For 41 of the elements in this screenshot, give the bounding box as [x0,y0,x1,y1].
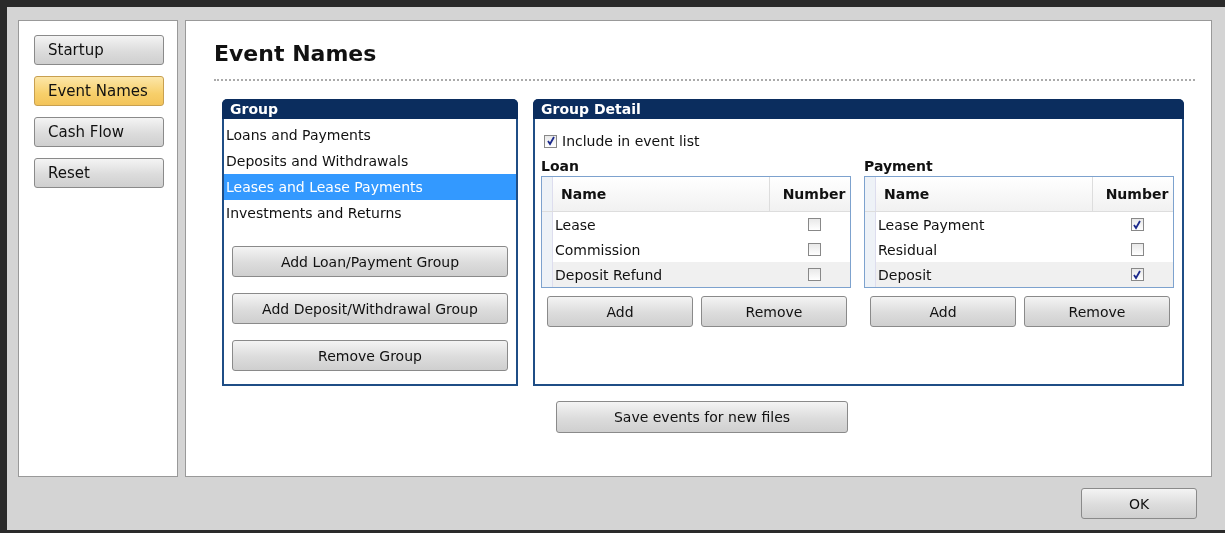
column-header: Number [1092,177,1173,211]
page-title: Event Names [214,40,378,68]
checkbox[interactable] [544,134,557,148]
nav-button[interactable]: Event Names [34,76,164,106]
panel-header: Group Detail [533,99,1184,119]
column-header: Number [769,177,850,211]
group-button[interactable]: Add Deposit/Withdrawal Group [232,293,508,324]
group-button[interactable]: Remove Group [232,340,508,371]
nav-button[interactable]: Cash Flow [34,117,164,147]
nav-button[interactable]: Reset [34,158,164,188]
row-header [865,177,876,211]
grid-title: Loan [541,158,580,176]
column-header: Name [883,186,931,202]
ok-button[interactable]: OK [1081,488,1197,519]
group-button[interactable]: Add Loan/Payment Group [232,246,508,277]
grid-button[interactable]: Add [870,296,1016,327]
grid-button[interactable]: Remove [701,296,847,327]
table-cell: Deposit [878,266,932,283]
grid-button[interactable]: Add [547,296,693,327]
table-cell: Residual [878,241,938,258]
save-button[interactable]: Save events for new files [556,401,848,433]
nav-button[interactable]: Startup [34,35,164,65]
grid-button[interactable]: Remove [1024,296,1170,327]
panel-header: Group [222,99,518,119]
checkbox[interactable] [807,243,821,256]
checkbox[interactable] [1130,243,1144,256]
table-cell: Deposit Refund [555,266,663,283]
list-item[interactable]: Loans and Payments [224,122,516,148]
checkbox[interactable] [807,268,821,281]
checkbox[interactable] [807,218,821,231]
row-header [542,177,553,211]
checkbox[interactable] [1130,218,1144,231]
grid-title: Payment [864,158,934,176]
column-header: Name [560,186,608,202]
table-cell: Lease Payment [878,216,985,233]
list-item[interactable]: Investments and Returns [224,200,516,226]
table-cell: Commission [555,241,641,258]
checkbox-label: Include in event list [562,133,700,149]
list-item[interactable]: Deposits and Withdrawals [224,148,516,174]
checkbox[interactable] [1130,268,1144,281]
table-cell: Lease [555,216,596,233]
